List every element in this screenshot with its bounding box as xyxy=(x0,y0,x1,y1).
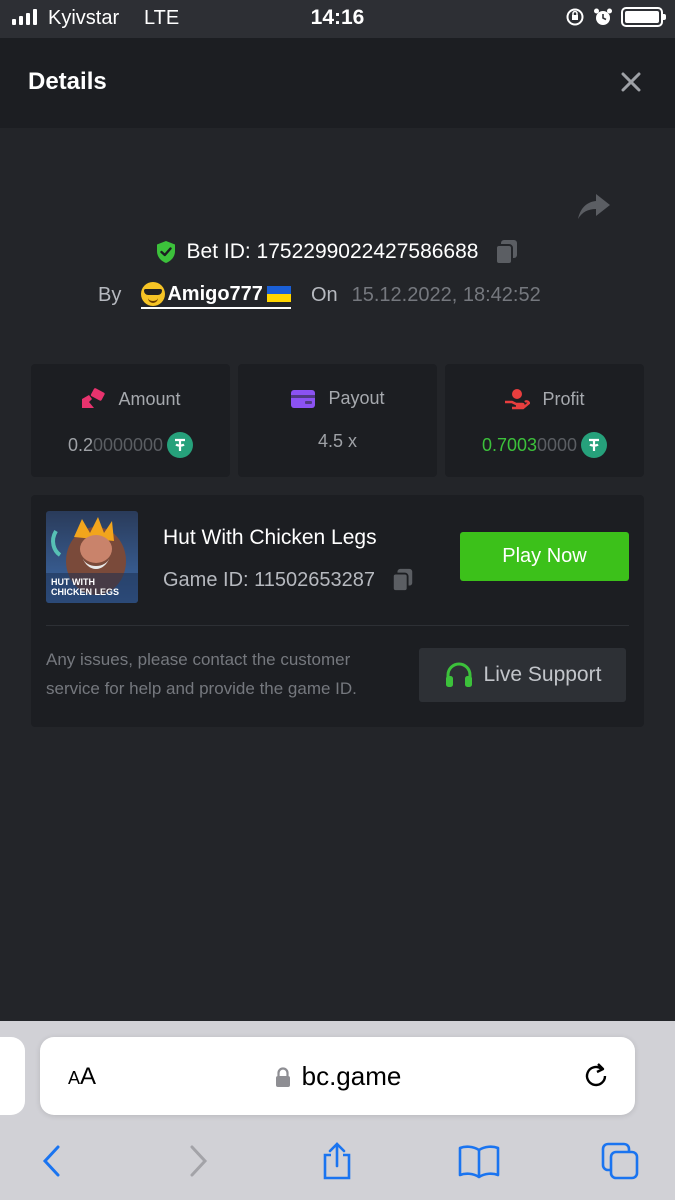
thumb-text-1: HUT WITH xyxy=(51,577,95,587)
profit-card: Profit 0.70030000 xyxy=(445,364,644,477)
ukraine-flag-emoji xyxy=(266,286,291,302)
share-button[interactable] xyxy=(315,1139,359,1183)
chevron-right-icon xyxy=(190,1145,208,1177)
previous-tab-preview[interactable] xyxy=(0,1037,25,1115)
copy-icon[interactable] xyxy=(494,238,520,266)
profit-label: Profit xyxy=(542,388,585,409)
cool-face-emoji xyxy=(141,282,166,306)
profit-value-zeros: 0000 xyxy=(537,434,578,455)
forward-button[interactable] xyxy=(176,1139,220,1183)
headset-icon xyxy=(445,662,472,687)
support-text: Any issues, please contact the customer … xyxy=(46,650,357,698)
modal-header: Details xyxy=(0,38,675,128)
share-sheet-icon xyxy=(323,1142,351,1180)
amount-card: Amount 0.20000000 xyxy=(31,364,230,477)
rotation-lock-icon xyxy=(566,8,584,26)
live-support-label: Live Support xyxy=(483,663,602,686)
payout-card: Payout 4.5 x xyxy=(238,364,437,477)
by-label: By xyxy=(98,284,122,306)
game-id: Game ID: 11502653287 xyxy=(163,568,376,591)
tabs-button[interactable] xyxy=(598,1139,642,1183)
bet-date: 15.12.2022, 18:42:52 xyxy=(351,284,541,306)
book-icon xyxy=(458,1145,500,1179)
username-link[interactable]: Amigo777 xyxy=(141,282,291,309)
bet-stats: Amount 0.20000000 Payout 4.5 x Profit 0.… xyxy=(31,364,644,477)
bet-id-row: Bet ID: 1752299022427586688 xyxy=(0,238,675,266)
amount-value: 0.2 xyxy=(67,434,93,455)
page-title: Details xyxy=(28,68,107,95)
amount-icon xyxy=(82,388,106,408)
browser-toolbar xyxy=(0,1131,675,1191)
url-domain: bc.game xyxy=(301,1061,402,1091)
thumb-text-2: CHICKEN LEGS xyxy=(51,587,119,597)
battery-icon xyxy=(621,7,666,27)
close-icon[interactable] xyxy=(617,68,645,96)
bet-id: Bet ID: 1752299022427586688 xyxy=(186,240,479,263)
game-thumbnail[interactable]: HUT WITH CHICKEN LEGS xyxy=(46,511,138,603)
share-icon[interactable] xyxy=(576,190,612,222)
payout-label: Payout xyxy=(328,388,385,408)
amount-value-zeros: 0000000 xyxy=(92,434,164,455)
reload-icon[interactable] xyxy=(581,1061,611,1091)
bet-details: Bet ID: 1752299022427586688 By Amigo777 … xyxy=(0,128,675,1021)
back-button[interactable] xyxy=(30,1139,74,1183)
divider xyxy=(46,625,629,626)
usdt-icon xyxy=(581,432,608,458)
lock-icon xyxy=(275,1066,290,1087)
status-bar: Kyivstar LTE 14:16 xyxy=(0,0,675,38)
amount-label: Amount xyxy=(118,388,181,409)
bet-meta-row: By Amigo777 On 15.12.2022, 18:42:52 xyxy=(98,282,541,309)
profit-value: 0.7003 xyxy=(481,434,537,455)
username: Amigo777 xyxy=(167,282,263,305)
address-bar[interactable]: AA bc.game xyxy=(40,1037,635,1115)
browser-chrome: AA bc.game xyxy=(0,1021,675,1200)
chevron-left-icon xyxy=(42,1145,60,1177)
tabs-icon xyxy=(601,1142,639,1180)
game-id-row: Game ID: 11502653287 xyxy=(163,567,415,593)
payout-value: 4.5 x xyxy=(317,431,358,451)
live-support-button[interactable]: Live Support xyxy=(419,648,626,702)
play-now-button[interactable]: Play Now xyxy=(460,532,629,581)
usdt-icon xyxy=(167,432,194,458)
status-icons xyxy=(565,7,666,27)
alarm-icon xyxy=(594,8,612,25)
copy-icon[interactable] xyxy=(391,567,415,593)
profit-hand-icon xyxy=(505,389,531,410)
game-card: HUT WITH CHICKEN LEGS Hut With Chicken L… xyxy=(31,495,644,727)
wallet-icon xyxy=(291,389,316,408)
verified-shield-icon xyxy=(156,241,175,263)
on-label: On xyxy=(310,284,338,306)
game-name: Hut With Chicken Legs xyxy=(163,526,377,549)
bookmarks-button[interactable] xyxy=(457,1139,501,1183)
